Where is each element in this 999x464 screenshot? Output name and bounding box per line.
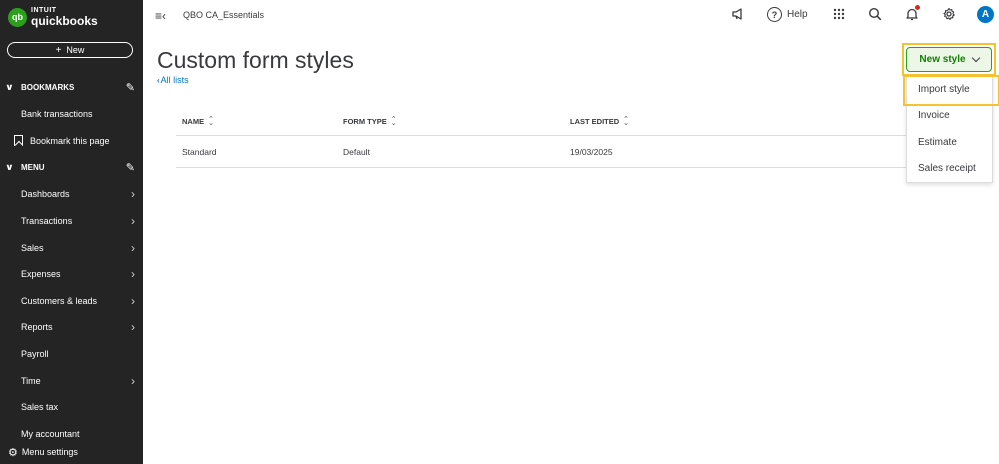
table-row[interactable]: Standard Default 19/03/2025 [176, 136, 948, 168]
company-name: QBO CA_Essentials [183, 10, 265, 20]
apps-grid-icon[interactable] [833, 7, 845, 23]
sidebar-item-label: Customers & leads [21, 295, 98, 306]
sidebar-item-label: Bank transactions [21, 109, 93, 120]
top-bar: ≡‹ QBO CA_Essentials ? Help A [143, 0, 999, 32]
apps-grid-svg [833, 8, 845, 20]
gear-svg [943, 7, 955, 20]
chevron-right-icon: › [131, 373, 135, 388]
megaphone-icon[interactable] [731, 7, 745, 24]
cell-last-edited: 19/03/2025 [570, 146, 613, 157]
help-button[interactable]: ? Help [767, 7, 808, 22]
chevron-right-icon: › [131, 187, 135, 202]
sidebar-item-dashboards[interactable]: Dashboards › [0, 181, 143, 208]
menu-header-label: MENU [21, 163, 45, 173]
chevron-right-icon: › [131, 267, 135, 282]
new-style-button[interactable]: New style [906, 47, 992, 72]
plus-icon: + [55, 44, 62, 56]
notification-bell-icon[interactable] [905, 5, 920, 24]
sidebar-item-label: Dashboards [21, 189, 70, 200]
sidebar-item-sales-tax[interactable]: Sales tax [0, 394, 143, 421]
chevron-down-icon [971, 53, 980, 62]
sidebar-item-label: Reports [21, 322, 53, 333]
new-style-dropdown-menu: Import style Invoice Estimate Sales rece… [906, 75, 993, 183]
new-button[interactable]: + New [7, 42, 133, 58]
notification-dot [915, 5, 920, 10]
sidebar-item-payroll[interactable]: Payroll [0, 341, 143, 368]
column-header-label: NAME [182, 117, 205, 126]
sidebar-item-label: Expenses [21, 269, 61, 280]
sort-icon: ⌃ ⌄ [390, 115, 397, 127]
edit-menu-pencil-icon[interactable]: ✎ [126, 161, 135, 174]
all-lists-link[interactable]: ‹All lists [157, 75, 189, 85]
quickbooks-logo[interactable]: qb INTUIT quickbooks [8, 7, 98, 27]
sidebar-item-transactions[interactable]: Transactions › [0, 208, 143, 235]
megaphone-svg [732, 8, 742, 20]
menu-item-sales-receipt[interactable]: Sales receipt [907, 156, 992, 183]
new-button-label: New [66, 45, 85, 55]
menu-item-invoice[interactable]: Invoice [907, 103, 992, 130]
column-header-label: LAST EDITED [570, 117, 620, 126]
sidebar-item-bank-transactions[interactable]: Bank transactions [0, 101, 143, 128]
column-header-form-type[interactable]: FORM TYPE ⌃ ⌄ [343, 108, 397, 135]
chevron-left-icon: ‹ [157, 76, 160, 85]
sidebar-item-label: My accountant [21, 428, 80, 439]
menu-settings-button[interactable]: ⚙ Menu settings [0, 440, 143, 464]
menu-item-import-style[interactable]: Import style [907, 76, 992, 103]
gear-icon: ⚙ [8, 446, 18, 459]
column-header-last-edited[interactable]: LAST EDITED ⌃ ⌄ [570, 108, 629, 135]
sidebar-item-label: Sales tax [21, 402, 59, 413]
user-avatar[interactable]: A [977, 6, 994, 23]
all-lists-label: All lists [160, 75, 189, 85]
sidebar-item-label: Payroll [21, 349, 49, 360]
new-style-label: New style [919, 54, 966, 65]
form-styles-table: NAME ⌃ ⌄ FORM TYPE ⌃ ⌄ LAST EDITED ⌃ ⌄ Stan… [176, 108, 948, 168]
bookmarks-section-header[interactable]: ∨ BOOKMARKS ✎ [0, 74, 143, 101]
hamburger-collapse-icon[interactable]: ≡‹ [155, 9, 166, 23]
sidebar-item-reports[interactable]: Reports › [0, 314, 143, 341]
menu-item-estimate[interactable]: Estimate [907, 129, 992, 156]
settings-gear-icon[interactable] [942, 7, 956, 24]
edit-bookmarks-pencil-icon[interactable]: ✎ [126, 81, 135, 94]
column-header-name[interactable]: NAME ⌃ ⌄ [182, 108, 214, 135]
sidebar-item-time[interactable]: Time › [0, 367, 143, 394]
sidebar-item-label: Sales [21, 242, 44, 253]
sidebar-item-label: Bookmark this page [30, 135, 110, 146]
sidebar-item-label: Transactions [21, 216, 73, 227]
page-title: Custom form styles [157, 47, 354, 73]
sidebar-nav: ∨ BOOKMARKS ✎ Bank transactions Bookmark… [0, 74, 143, 447]
chevron-right-icon: › [131, 293, 135, 308]
sidebar: qb INTUIT quickbooks + New ∨ BOOKMARKS ✎… [0, 0, 143, 464]
chevron-right-icon: › [131, 214, 135, 229]
cell-form-type: Default [343, 146, 370, 157]
logo-intuit-text: INTUIT [31, 7, 57, 14]
chevron-right-icon: › [131, 240, 135, 255]
chevron-down-icon: ∨ [5, 162, 14, 173]
sidebar-item-expenses[interactable]: Expenses › [0, 261, 143, 288]
sort-icon: ⌃ ⌄ [208, 115, 214, 127]
menu-settings-label: Menu settings [21, 447, 78, 457]
chevron-down-icon: ∨ [5, 82, 14, 92]
help-label: Help [787, 9, 808, 20]
search-icon[interactable] [868, 7, 882, 24]
menu-section-header[interactable]: ∨ MENU ✎ [0, 154, 143, 181]
column-header-label: FORM TYPE [343, 117, 387, 126]
qb-logo-icon: qb [8, 7, 27, 27]
cell-name: Standard [182, 146, 217, 157]
sidebar-item-label: Time [21, 375, 41, 386]
sidebar-item-sales[interactable]: Sales › [0, 234, 143, 261]
bookmark-icon [14, 135, 23, 147]
chevron-right-icon: › [131, 320, 135, 335]
logo-wordmark: INTUIT quickbooks [31, 7, 98, 27]
help-icon: ? [767, 7, 782, 22]
logo-quickbooks-text: quickbooks [31, 14, 98, 28]
bookmarks-header-label: BOOKMARKS [21, 83, 75, 92]
sidebar-item-bookmark-this-page[interactable]: Bookmark this page [0, 128, 143, 155]
sidebar-item-customers-leads[interactable]: Customers & leads › [0, 288, 143, 315]
table-header: NAME ⌃ ⌄ FORM TYPE ⌃ ⌄ LAST EDITED ⌃ ⌄ [176, 108, 948, 136]
search-svg [868, 7, 882, 21]
sort-icon: ⌃ ⌄ [623, 115, 630, 127]
